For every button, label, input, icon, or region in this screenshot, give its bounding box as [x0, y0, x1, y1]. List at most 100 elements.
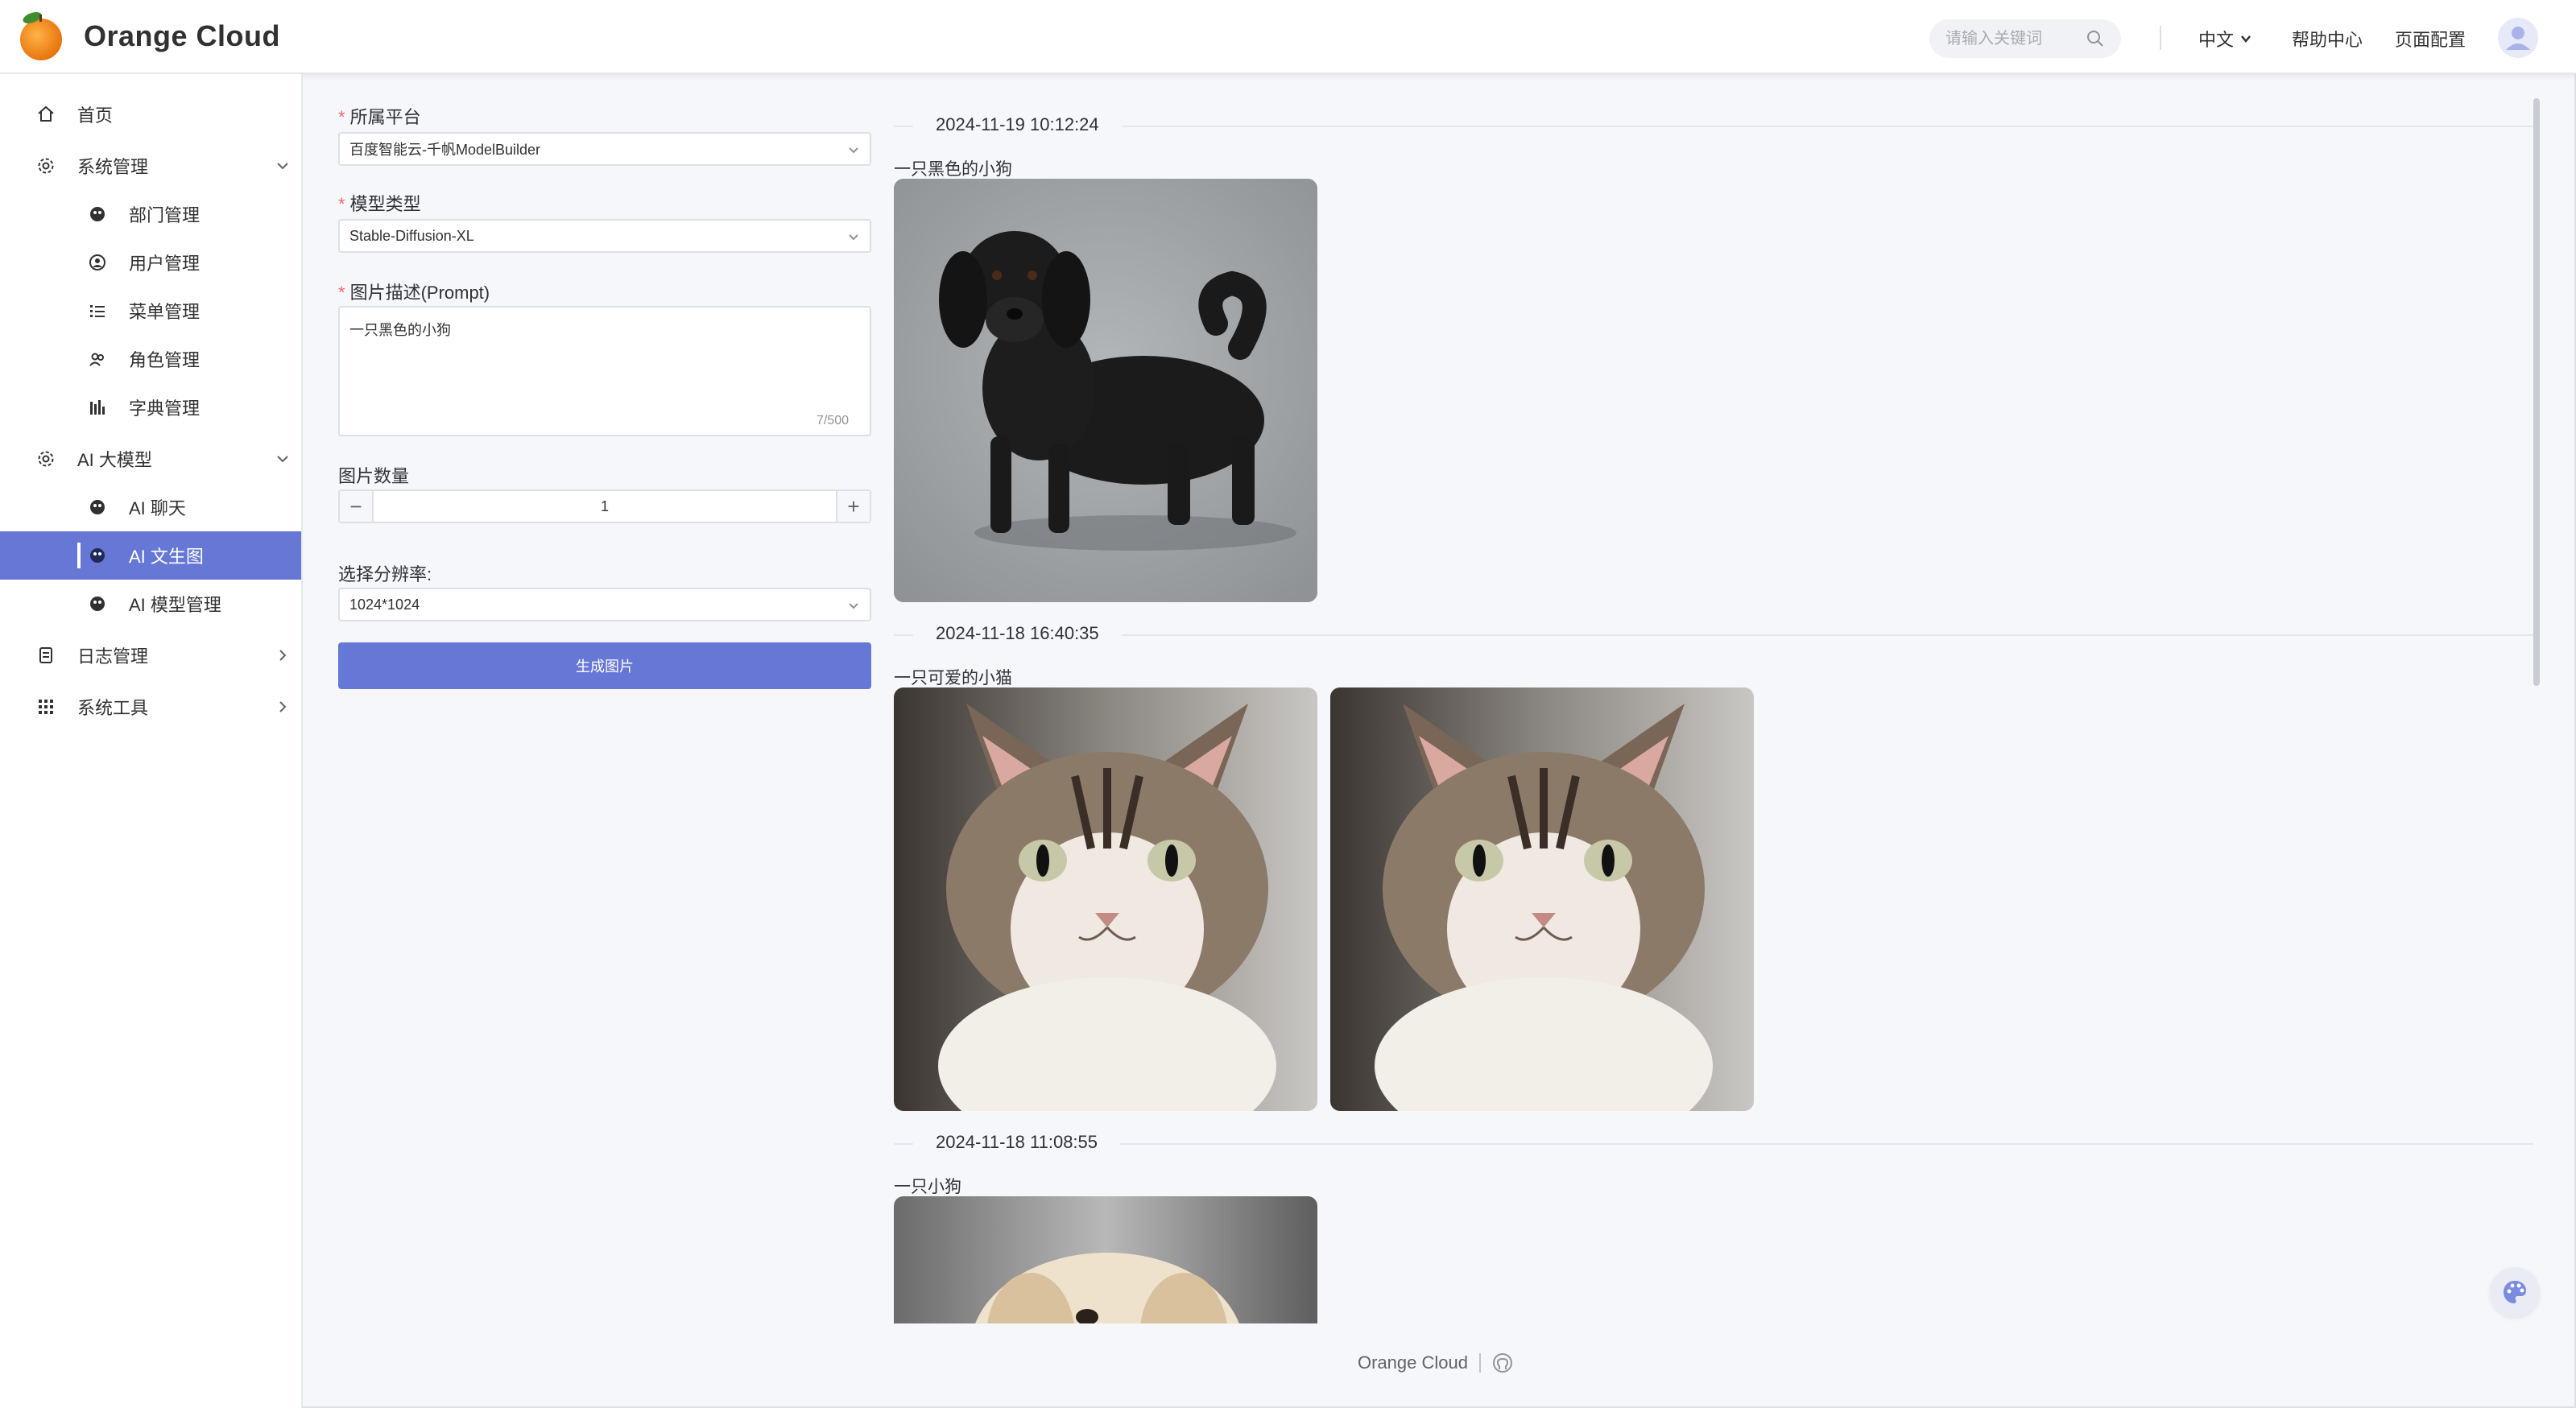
platform-label: * 所属平台 — [338, 107, 421, 127]
avatar[interactable] — [2498, 18, 2538, 58]
prompt-value: 一只黑色的小狗 — [349, 322, 451, 338]
result-prompt: 一只黑色的小狗 — [894, 160, 1012, 179]
chevron-down-icon — [849, 147, 858, 154]
result-date: 2024-11-18 11:08:55 — [913, 1132, 1121, 1153]
sidebar: 首页 系统管理 部门管理 用户管理 菜单管理 角色管理 字典管理 AI 大模型 … — [0, 74, 303, 1408]
sidebar-item-dept[interactable]: 部门管理 — [0, 190, 301, 238]
chevron-down-icon — [277, 456, 288, 463]
sidebar-item-ai-chat[interactable]: AI 聊天 — [0, 483, 301, 531]
sidebar-item-label: 字典管理 — [129, 398, 201, 419]
puppy-image — [894, 1196, 1317, 1323]
decrement-button[interactable]: − — [340, 491, 374, 522]
dict-icon — [87, 397, 108, 418]
platform-select[interactable]: 百度智能云-千帆ModelBuilder — [338, 132, 871, 166]
search-input[interactable] — [1945, 29, 2082, 48]
sidebar-item-label: 日志管理 — [77, 646, 149, 667]
generated-image[interactable] — [1330, 687, 1754, 1111]
kitten-image — [894, 687, 1317, 1111]
kitten-image — [1330, 687, 1754, 1111]
model-value: Stable-Diffusion-XL — [349, 227, 474, 244]
quantity-stepper[interactable]: − 1 + — [338, 489, 871, 523]
user-icon — [87, 252, 108, 273]
results-scrollbar[interactable] — [2533, 98, 2540, 686]
page-config-link[interactable]: 页面配置 — [2395, 26, 2466, 52]
list-icon — [87, 300, 108, 321]
prompt-counter: 7/500 — [816, 414, 849, 427]
resolution-value: 1024*1024 — [349, 596, 420, 613]
count-label: 图片数量 — [338, 466, 410, 486]
ai-model-icon — [87, 593, 108, 614]
top-header: Orange Cloud 中文 帮助中心 页面配置 — [0, 0, 2576, 74]
sidebar-item-ai-model-manage[interactable]: AI 模型管理 — [0, 580, 301, 628]
search-box[interactable] — [1929, 19, 2121, 58]
result-prompt: 一只可爱的小猫 — [894, 669, 1012, 687]
results-panel: 2024-11-19 10:12:24 一只黑色的小狗 2024-11-18 1… — [894, 92, 2533, 1323]
sidebar-item-label: AI 模型管理 — [129, 595, 221, 615]
log-icon — [35, 645, 56, 666]
sidebar-item-label: 首页 — [77, 105, 114, 126]
sidebar-item-home[interactable]: 首页 — [0, 90, 301, 138]
prompt-label: * 图片描述(Prompt) — [338, 283, 490, 303]
language-switcher[interactable]: 中文 — [2198, 26, 2253, 52]
help-center-link[interactable]: 帮助中心 — [2292, 26, 2363, 52]
active-indicator — [77, 543, 81, 568]
generated-image[interactable] — [894, 687, 1317, 1111]
sidebar-item-label: 菜单管理 — [129, 302, 201, 322]
chevron-down-icon — [2241, 35, 2251, 43]
gear-icon — [35, 155, 56, 176]
chevron-down-icon — [849, 603, 858, 609]
ai-image-icon — [87, 545, 108, 566]
role-icon — [87, 349, 108, 370]
prompt-textarea[interactable]: 一只黑色的小狗 7/500 — [338, 306, 871, 436]
sidebar-item-user[interactable]: 用户管理 — [0, 238, 301, 287]
result-prompt: 一只小狗 — [894, 1178, 961, 1196]
orange-logo-icon[interactable] — [14, 10, 68, 63]
quantity-value[interactable]: 1 — [374, 498, 836, 515]
sidebar-item-log[interactable]: 日志管理 — [0, 631, 301, 679]
user-avatar-icon — [2506, 27, 2530, 50]
sidebar-item-ai-image[interactable]: AI 文生图 — [0, 531, 301, 580]
chevron-down-icon — [849, 234, 858, 241]
generated-image[interactable] — [894, 179, 1317, 602]
black-dog-image — [894, 179, 1317, 602]
date-divider — [894, 634, 2533, 636]
date-divider — [894, 126, 2533, 127]
sidebar-item-ai-model[interactable]: AI 大模型 — [0, 435, 301, 483]
sidebar-item-system[interactable]: 系统管理 — [0, 142, 301, 190]
model-label: * 模型类型 — [338, 194, 421, 214]
dept-icon — [87, 204, 108, 225]
ai-chat-icon — [87, 497, 108, 518]
sidebar-item-label: 角色管理 — [129, 350, 201, 370]
model-select[interactable]: Stable-Diffusion-XL — [338, 219, 871, 253]
chevron-down-icon — [277, 163, 288, 170]
result-date: 2024-11-18 16:40:35 — [913, 623, 1122, 644]
sidebar-item-label: 部门管理 — [129, 205, 201, 225]
resolution-select[interactable]: 1024*1024 — [338, 588, 871, 621]
generated-image[interactable] — [894, 1196, 1317, 1323]
app-title: Orange Cloud — [84, 19, 281, 52]
resolution-label: 选择分辨率: — [338, 564, 432, 584]
search-icon[interactable] — [2086, 29, 2105, 48]
sidebar-item-role[interactable]: 角色管理 — [0, 335, 301, 383]
language-label: 中文 — [2198, 30, 2235, 50]
github-icon[interactable] — [1492, 1352, 1513, 1373]
gear-icon — [35, 448, 56, 469]
sidebar-item-label: AI 大模型 — [77, 450, 152, 470]
palette-icon — [2504, 1281, 2526, 1303]
theme-palette-button[interactable] — [2490, 1267, 2540, 1317]
sidebar-item-tools[interactable]: 系统工具 — [0, 683, 301, 731]
sidebar-item-label: AI 聊天 — [129, 498, 186, 518]
sidebar-item-label: 系统工具 — [77, 698, 149, 718]
generate-button[interactable]: 生成图片 — [338, 642, 871, 689]
increment-button[interactable]: + — [836, 491, 870, 522]
grid-icon — [35, 696, 56, 717]
home-icon — [35, 104, 56, 125]
chevron-right-icon — [279, 701, 287, 712]
sidebar-item-label: 系统管理 — [77, 157, 149, 177]
footer-divider — [1478, 1353, 1481, 1373]
result-date: 2024-11-19 10:12:24 — [913, 114, 1122, 135]
sidebar-item-label: AI 文生图 — [129, 547, 204, 567]
sidebar-item-dict[interactable]: 字典管理 — [0, 383, 301, 431]
sidebar-item-menu[interactable]: 菜单管理 — [0, 287, 301, 335]
chevron-right-icon — [279, 650, 287, 661]
